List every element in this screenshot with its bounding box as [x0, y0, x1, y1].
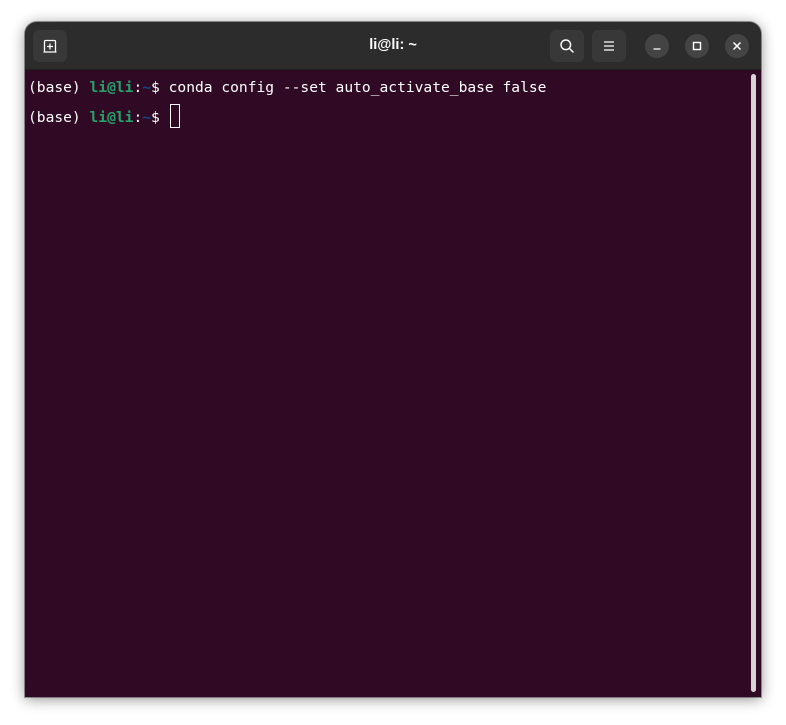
maximize-button[interactable]	[685, 34, 709, 58]
terminal-line: (base) li@li:~$ conda config --set auto_…	[28, 78, 546, 98]
text-cursor	[169, 104, 180, 128]
command-text: conda config --set auto_activate_base fa…	[168, 79, 547, 96]
conda-env: (base)	[28, 79, 90, 96]
maximize-icon	[692, 41, 702, 51]
title-bar[interactable]: li@li: ~	[25, 22, 761, 70]
terminal-output[interactable]: (base) li@li:~$ conda config --set auto_…	[25, 70, 747, 697]
menu-button[interactable]	[592, 30, 626, 62]
prompt-symbol: $	[151, 79, 169, 96]
conda-env: (base)	[28, 109, 90, 126]
prompt-symbol: $	[151, 109, 169, 126]
new-tab-icon	[43, 39, 57, 53]
terminal-line: (base) li@li:~$	[28, 104, 180, 128]
prompt-user: li@li	[89, 79, 134, 96]
prompt-separator: :	[133, 109, 143, 126]
terminal-window: li@li: ~ (base) li@li:~$ conda config --…	[25, 22, 761, 697]
prompt-separator: :	[133, 79, 143, 96]
prompt-path: ~	[142, 79, 152, 96]
search-button[interactable]	[550, 30, 584, 62]
minimize-button[interactable]	[645, 34, 669, 58]
prompt-path: ~	[142, 109, 152, 126]
new-tab-button[interactable]	[33, 30, 67, 62]
close-icon	[732, 41, 742, 51]
minimize-icon	[653, 48, 661, 50]
hamburger-menu-icon	[604, 41, 614, 51]
close-button[interactable]	[725, 34, 749, 58]
scrollbar[interactable]	[747, 70, 761, 697]
scrollbar-thumb[interactable]	[751, 74, 756, 692]
prompt-user: li@li	[89, 109, 134, 126]
search-icon	[560, 39, 574, 53]
